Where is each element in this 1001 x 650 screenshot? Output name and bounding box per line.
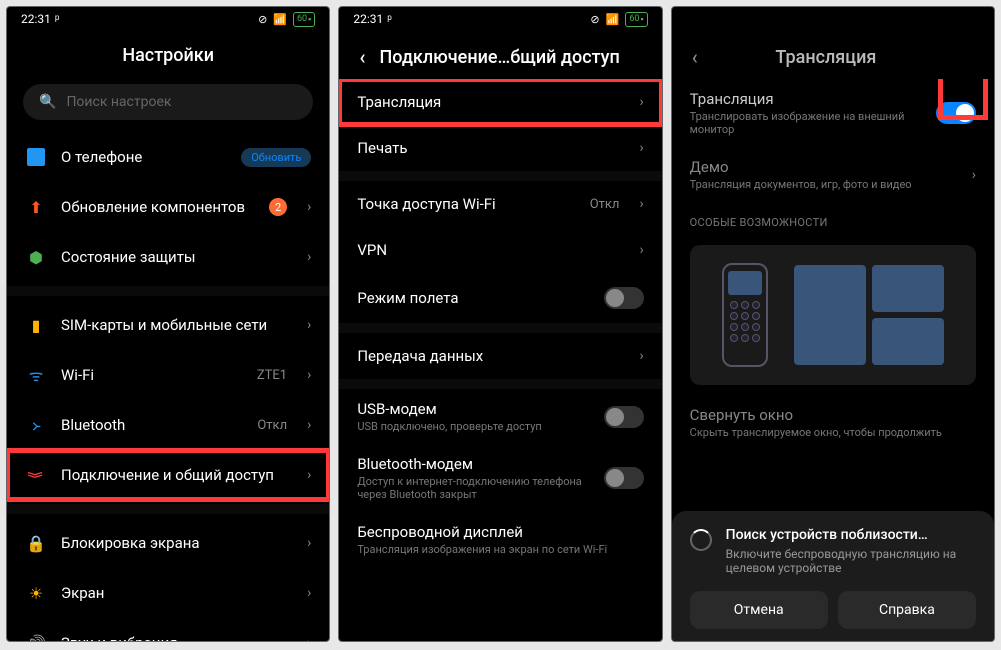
notification-icon: ᵖ xyxy=(387,12,392,26)
status-time: 22:31 xyxy=(353,12,383,26)
header: ‹ Трансляция xyxy=(672,31,994,79)
component-update-row[interactable]: ⬆ Обновление компонентов 2 › xyxy=(7,182,329,232)
battery-icon: 60▪ xyxy=(293,12,315,27)
search-devices-sheet: Поиск устройств поблизости… Включите бес… xyxy=(672,511,994,641)
spinner-icon xyxy=(690,529,712,551)
status-bar: 22:31 ᵖ ⊘ 📶 60▪ xyxy=(7,7,329,31)
update-count-badge: 2 xyxy=(269,198,287,216)
back-button[interactable]: ‹ xyxy=(692,45,698,69)
sun-icon: ☀ xyxy=(25,582,47,604)
search-input[interactable]: 🔍 Поиск настроек xyxy=(23,84,313,120)
panel-settings: 22:31 ᵖ ⊘ 📶 60▪ Настройки 🔍 Поиск настро… xyxy=(6,6,330,642)
collapse-window-row[interactable]: Свернуть окно Скрыть транслируемое окно,… xyxy=(672,395,994,450)
display-row[interactable]: ☀ Экран › xyxy=(7,568,329,618)
wifi-icon: 📶 xyxy=(606,13,620,26)
bluetooth-row[interactable]: ᚛ Bluetooth Откл › xyxy=(7,400,329,450)
search-icon: 🔍 xyxy=(39,94,56,110)
back-button[interactable]: ‹ xyxy=(359,45,365,69)
bluetooth-icon: ᚛ xyxy=(25,414,47,436)
cancel-button[interactable]: Отмена xyxy=(690,591,828,629)
remote-illustration xyxy=(722,263,768,367)
chevron-right-icon: › xyxy=(307,585,311,601)
about-phone-row[interactable]: О телефоне Обновить xyxy=(7,132,329,182)
cast-preview xyxy=(690,245,976,385)
chevron-right-icon: › xyxy=(639,140,643,156)
sim-icon: ▮ xyxy=(25,314,47,336)
header: Настройки xyxy=(7,31,329,76)
share-icon: ⟫ xyxy=(25,464,47,486)
airplane-row[interactable]: Режим полета xyxy=(339,273,661,323)
sheet-subtitle: Включите беспроводную трансляцию на целе… xyxy=(726,547,976,575)
bt-modem-row[interactable]: Bluetooth-модем Доступ к интернет-подклю… xyxy=(339,444,661,512)
connection-sharing-row[interactable]: ⟫ Подключение и общий доступ › xyxy=(7,450,329,500)
dnd-icon: ⊘ xyxy=(258,13,267,26)
battery-icon: 60▪ xyxy=(625,12,647,27)
help-button[interactable]: Справка xyxy=(838,591,976,629)
page-title: Подключение…бщий доступ xyxy=(379,47,619,68)
chevron-right-icon: › xyxy=(639,196,643,212)
cast-list: Трансляция Транслировать изображение на … xyxy=(672,79,994,511)
lockscreen-row[interactable]: 🔒 Блокировка экрана › xyxy=(7,518,329,568)
chevron-right-icon: › xyxy=(307,417,311,433)
panel-connection: 22:31 ᵖ ⊘ 📶 60▪ ‹ Подключение…бщий досту… xyxy=(338,6,662,642)
update-pill[interactable]: Обновить xyxy=(241,148,311,167)
lock-icon: 🔒 xyxy=(25,532,47,554)
settings-list: О телефоне Обновить ⬆ Обновление компоне… xyxy=(7,128,329,641)
tiles-illustration xyxy=(794,265,944,365)
wifi-icon: 📶 xyxy=(273,13,287,26)
chevron-right-icon: › xyxy=(307,199,311,215)
panel-cast: ‹ Трансляция Трансляция Транслировать из… xyxy=(671,6,995,642)
status-bar xyxy=(672,7,994,31)
usb-modem-row[interactable]: USB-модем USB подключено, проверьте дост… xyxy=(339,389,661,444)
chevron-right-icon: › xyxy=(307,635,311,641)
phone-icon xyxy=(27,148,45,166)
hotspot-value: Откл xyxy=(590,197,620,212)
chevron-right-icon: › xyxy=(307,317,311,333)
notification-icon: ᵖ xyxy=(55,12,60,26)
chevron-right-icon: › xyxy=(307,249,311,265)
data-transfer-row[interactable]: Передача данных › xyxy=(339,333,661,379)
bt-modem-toggle[interactable] xyxy=(604,467,644,489)
search-placeholder: Поиск настроек xyxy=(66,94,171,110)
page-title: Трансляция xyxy=(712,47,940,68)
chevron-right-icon: › xyxy=(307,367,311,383)
shield-icon: ⬢ xyxy=(25,246,47,268)
chevron-right-icon: › xyxy=(639,242,643,258)
page-title: Настройки xyxy=(122,45,214,66)
print-row[interactable]: Печать › xyxy=(339,125,661,171)
connection-list: Трансляция › Печать › Точка доступа Wi-F… xyxy=(339,79,661,641)
cast-toggle-row[interactable]: Трансляция Транслировать изображение на … xyxy=(672,79,994,147)
security-row[interactable]: ⬢ Состояние защиты › xyxy=(7,232,329,282)
vpn-row[interactable]: VPN › xyxy=(339,227,661,273)
chevron-right-icon: › xyxy=(972,167,976,183)
arrow-up-icon: ⬆ xyxy=(25,196,47,218)
wifi-icon: ᯤ xyxy=(25,364,47,386)
airplane-toggle[interactable] xyxy=(604,287,644,309)
wifi-value: ZTE1 xyxy=(257,368,287,383)
header: ‹ Подключение…бщий доступ xyxy=(339,31,661,79)
demo-row[interactable]: Демо Трансляция документов, игр, фото и … xyxy=(672,147,994,202)
cast-toggle[interactable] xyxy=(936,102,976,124)
wifi-row[interactable]: ᯤ Wi-Fi ZTE1 › xyxy=(7,350,329,400)
sound-row[interactable]: 🔊 Звук и вибрация › xyxy=(7,618,329,641)
status-time: 22:31 xyxy=(21,12,51,26)
chevron-right-icon: › xyxy=(639,94,643,110)
usb-toggle[interactable] xyxy=(604,406,644,428)
cast-row[interactable]: Трансляция › xyxy=(339,79,661,125)
chevron-right-icon: › xyxy=(639,348,643,364)
hotspot-row[interactable]: Точка доступа Wi-Fi Откл › xyxy=(339,181,661,227)
chevron-right-icon: › xyxy=(307,535,311,551)
dnd-icon: ⊘ xyxy=(590,13,599,26)
status-bar: 22:31 ᵖ ⊘ 📶 60▪ xyxy=(339,7,661,31)
volume-icon: 🔊 xyxy=(25,632,47,641)
sheet-title: Поиск устройств поблизости… xyxy=(726,527,976,543)
bluetooth-value: Откл xyxy=(257,418,287,433)
sim-row[interactable]: ▮ SIM-карты и мобильные сети › xyxy=(7,300,329,350)
section-label: ОСОБЫЕ ВОЗМОЖНОСТИ xyxy=(672,202,994,235)
chevron-right-icon: › xyxy=(307,467,311,483)
wireless-display-row[interactable]: Беспроводной дисплей Трансляция изображе… xyxy=(339,512,661,558)
